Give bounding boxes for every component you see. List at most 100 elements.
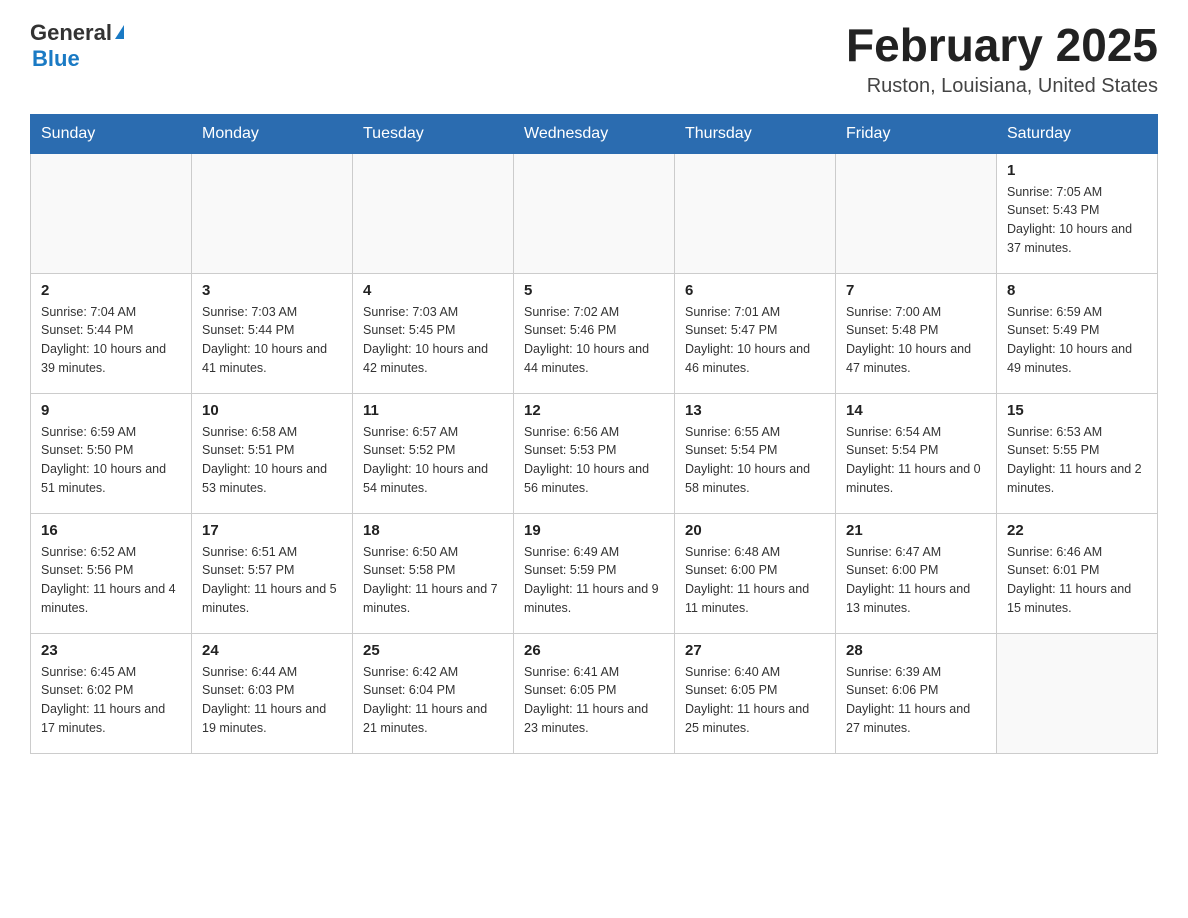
calendar-day-cell: 13 Sunrise: 6:55 AMSunset: 5:54 PMDayligh… [675, 393, 836, 513]
calendar-day-cell [353, 153, 514, 273]
calendar-day-cell: 15 Sunrise: 6:53 AMSunset: 5:55 PMDayligh… [997, 393, 1158, 513]
calendar-day-cell: 28 Sunrise: 6:39 AMSunset: 6:06 PMDayligh… [836, 633, 997, 753]
day-number: 9 [41, 402, 181, 419]
day-of-week-header: Saturday [997, 114, 1158, 153]
day-info: Sunrise: 7:03 AMSunset: 5:45 PMDaylight:… [363, 303, 503, 378]
calendar-day-cell: 24 Sunrise: 6:44 AMSunset: 6:03 PMDayligh… [192, 633, 353, 753]
day-number: 21 [846, 522, 986, 539]
calendar-day-cell: 16 Sunrise: 6:52 AMSunset: 5:56 PMDayligh… [31, 513, 192, 633]
calendar-body: 1 Sunrise: 7:05 AMSunset: 5:43 PMDaylight… [31, 153, 1158, 753]
calendar-day-cell [836, 153, 997, 273]
calendar-day-cell: 12Sunrise: 6:56 AMSunset: 5:53 PMDayligh… [514, 393, 675, 513]
day-info: Sunrise: 6:51 AMSunset: 5:57 PMDaylight:… [202, 543, 342, 618]
day-number: 20 [685, 522, 825, 539]
day-info: Sunrise: 6:44 AMSunset: 6:03 PMDaylight:… [202, 663, 342, 738]
logo-triangle-icon [115, 25, 124, 39]
logo-general-text: General [30, 20, 112, 46]
calendar-week-row: 2 Sunrise: 7:04 AMSunset: 5:44 PMDaylight… [31, 273, 1158, 393]
day-number: 11 [363, 402, 503, 419]
day-number: 3 [202, 282, 342, 299]
calendar-day-cell [192, 153, 353, 273]
calendar-day-cell: 5Sunrise: 7:02 AMSunset: 5:46 PMDaylight… [514, 273, 675, 393]
calendar-day-cell: 22 Sunrise: 6:46 AMSunset: 6:01 PMDayligh… [997, 513, 1158, 633]
month-title: February 2025 [846, 20, 1158, 71]
day-number: 24 [202, 642, 342, 659]
calendar-day-cell: 2 Sunrise: 7:04 AMSunset: 5:44 PMDaylight… [31, 273, 192, 393]
location-subtitle: Ruston, Louisiana, United States [846, 75, 1158, 98]
calendar-day-cell: 21 Sunrise: 6:47 AMSunset: 6:00 PMDayligh… [836, 513, 997, 633]
day-of-week-header: Wednesday [514, 114, 675, 153]
calendar-day-cell: 1 Sunrise: 7:05 AMSunset: 5:43 PMDaylight… [997, 153, 1158, 273]
calendar-day-cell: 19Sunrise: 6:49 AMSunset: 5:59 PMDayligh… [514, 513, 675, 633]
day-number: 14 [846, 402, 986, 419]
calendar-day-cell: 8 Sunrise: 6:59 AMSunset: 5:49 PMDaylight… [997, 273, 1158, 393]
day-info: Sunrise: 6:40 AMSunset: 6:05 PMDaylight:… [685, 663, 825, 738]
calendar-day-cell: 18Sunrise: 6:50 AMSunset: 5:58 PMDayligh… [353, 513, 514, 633]
day-info: Sunrise: 6:46 AMSunset: 6:01 PMDaylight:… [1007, 543, 1147, 618]
title-section: February 2025 Ruston, Louisiana, United … [846, 20, 1158, 98]
day-info: Sunrise: 6:41 AMSunset: 6:05 PMDaylight:… [524, 663, 664, 738]
day-info: Sunrise: 7:05 AMSunset: 5:43 PMDaylight:… [1007, 183, 1147, 258]
calendar-day-cell: 9 Sunrise: 6:59 AMSunset: 5:50 PMDaylight… [31, 393, 192, 513]
page-header: General Blue February 2025 Ruston, Louis… [30, 20, 1158, 98]
calendar-day-cell: 14 Sunrise: 6:54 AMSunset: 5:54 PMDayligh… [836, 393, 997, 513]
day-info: Sunrise: 6:47 AMSunset: 6:00 PMDaylight:… [846, 543, 986, 618]
day-number: 8 [1007, 282, 1147, 299]
day-number: 7 [846, 282, 986, 299]
calendar-header: SundayMondayTuesdayWednesdayThursdayFrid… [31, 114, 1158, 153]
calendar-day-cell [997, 633, 1158, 753]
calendar-day-cell: 10 Sunrise: 6:58 AMSunset: 5:51 PMDayligh… [192, 393, 353, 513]
calendar-day-cell: 7 Sunrise: 7:00 AMSunset: 5:48 PMDaylight… [836, 273, 997, 393]
day-number: 12 [524, 402, 664, 419]
calendar-day-cell: 27 Sunrise: 6:40 AMSunset: 6:05 PMDayligh… [675, 633, 836, 753]
day-number: 4 [363, 282, 503, 299]
day-info: Sunrise: 6:48 AMSunset: 6:00 PMDaylight:… [685, 543, 825, 618]
day-of-week-header: Friday [836, 114, 997, 153]
day-info: Sunrise: 7:02 AMSunset: 5:46 PMDaylight:… [524, 303, 664, 378]
calendar-week-row: 23Sunrise: 6:45 AMSunset: 6:02 PMDayligh… [31, 633, 1158, 753]
calendar-day-cell [675, 153, 836, 273]
day-number: 27 [685, 642, 825, 659]
day-number: 28 [846, 642, 986, 659]
day-of-week-header: Tuesday [353, 114, 514, 153]
day-number: 1 [1007, 162, 1147, 179]
day-info: Sunrise: 6:45 AMSunset: 6:02 PMDaylight:… [41, 663, 181, 738]
day-number: 19 [524, 522, 664, 539]
calendar-week-row: 1 Sunrise: 7:05 AMSunset: 5:43 PMDaylight… [31, 153, 1158, 273]
days-of-week-row: SundayMondayTuesdayWednesdayThursdayFrid… [31, 114, 1158, 153]
day-number: 22 [1007, 522, 1147, 539]
day-number: 13 [685, 402, 825, 419]
calendar-day-cell: 4 Sunrise: 7:03 AMSunset: 5:45 PMDaylight… [353, 273, 514, 393]
day-info: Sunrise: 6:53 AMSunset: 5:55 PMDaylight:… [1007, 423, 1147, 498]
day-info: Sunrise: 7:01 AMSunset: 5:47 PMDaylight:… [685, 303, 825, 378]
day-of-week-header: Monday [192, 114, 353, 153]
day-info: Sunrise: 6:52 AMSunset: 5:56 PMDaylight:… [41, 543, 181, 618]
day-info: Sunrise: 6:59 AMSunset: 5:49 PMDaylight:… [1007, 303, 1147, 378]
day-info: Sunrise: 6:57 AMSunset: 5:52 PMDaylight:… [363, 423, 503, 498]
day-info: Sunrise: 6:42 AMSunset: 6:04 PMDaylight:… [363, 663, 503, 738]
day-number: 6 [685, 282, 825, 299]
calendar-day-cell: 11 Sunrise: 6:57 AMSunset: 5:52 PMDayligh… [353, 393, 514, 513]
day-number: 10 [202, 402, 342, 419]
day-info: Sunrise: 6:58 AMSunset: 5:51 PMDaylight:… [202, 423, 342, 498]
logo-blue-text: Blue [32, 46, 80, 72]
day-of-week-header: Sunday [31, 114, 192, 153]
logo: General Blue [30, 20, 124, 72]
day-number: 15 [1007, 402, 1147, 419]
day-info: Sunrise: 6:59 AMSunset: 5:50 PMDaylight:… [41, 423, 181, 498]
day-info: Sunrise: 7:00 AMSunset: 5:48 PMDaylight:… [846, 303, 986, 378]
calendar-day-cell [31, 153, 192, 273]
calendar-day-cell: 26Sunrise: 6:41 AMSunset: 6:05 PMDayligh… [514, 633, 675, 753]
day-info: Sunrise: 6:54 AMSunset: 5:54 PMDaylight:… [846, 423, 986, 498]
day-number: 16 [41, 522, 181, 539]
calendar-table: SundayMondayTuesdayWednesdayThursdayFrid… [30, 114, 1158, 754]
calendar-day-cell: 6 Sunrise: 7:01 AMSunset: 5:47 PMDaylight… [675, 273, 836, 393]
calendar-day-cell: 17Sunrise: 6:51 AMSunset: 5:57 PMDayligh… [192, 513, 353, 633]
day-info: Sunrise: 6:55 AMSunset: 5:54 PMDaylight:… [685, 423, 825, 498]
calendar-week-row: 9 Sunrise: 6:59 AMSunset: 5:50 PMDaylight… [31, 393, 1158, 513]
day-number: 2 [41, 282, 181, 299]
calendar-day-cell: 20 Sunrise: 6:48 AMSunset: 6:00 PMDayligh… [675, 513, 836, 633]
day-info: Sunrise: 7:04 AMSunset: 5:44 PMDaylight:… [41, 303, 181, 378]
calendar-week-row: 16 Sunrise: 6:52 AMSunset: 5:56 PMDayligh… [31, 513, 1158, 633]
day-info: Sunrise: 6:39 AMSunset: 6:06 PMDaylight:… [846, 663, 986, 738]
